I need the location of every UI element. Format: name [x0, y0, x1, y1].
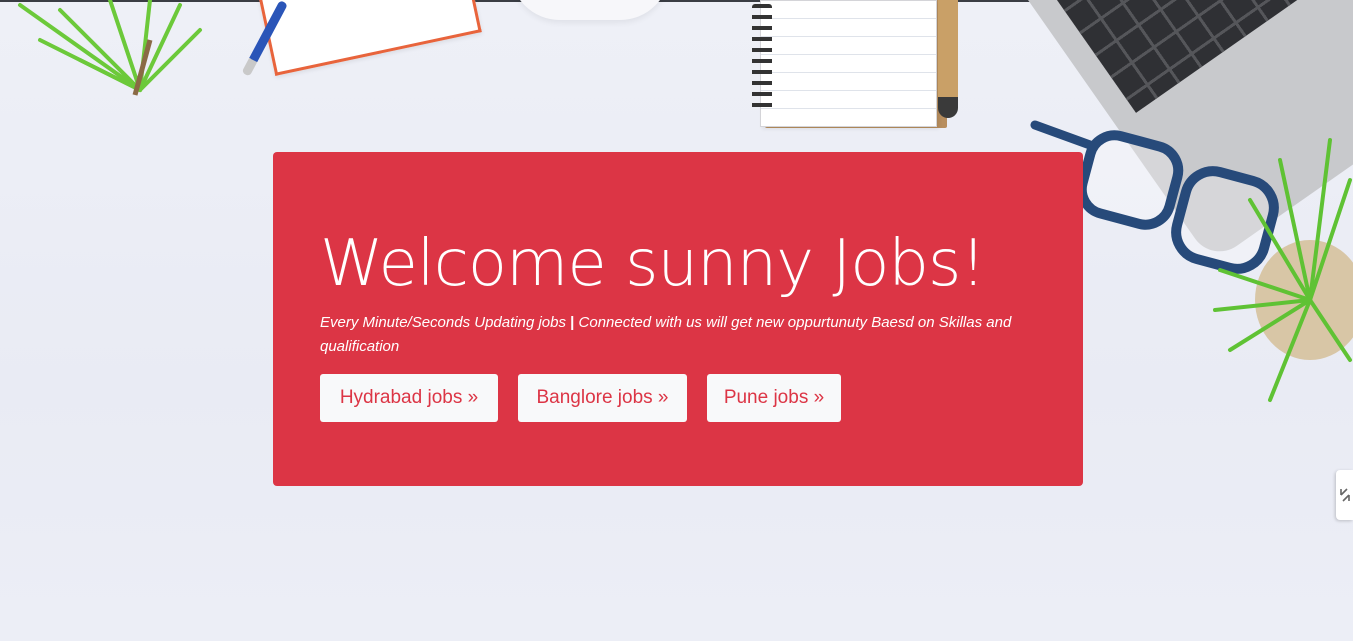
subtitle-part-1: Every Minute/Seconds Updating jobs	[320, 314, 566, 331]
banglore-jobs-button[interactable]: Banglore jobs »	[518, 374, 687, 422]
coffee-cup-decoration	[510, 0, 670, 20]
hero-subtitle: Every Minute/Seconds Updating jobs | Con…	[320, 311, 1050, 359]
side-widget-tab[interactable]	[1336, 470, 1353, 520]
notepad-spiral-decoration	[752, 4, 772, 114]
hero-title: Welcome sunny Jobs!	[320, 227, 986, 301]
notebook-decoration	[255, 0, 482, 76]
pencil-decoration	[938, 0, 958, 118]
plant-left-decoration	[18, 0, 202, 96]
collapse-arrows-icon	[1339, 488, 1350, 502]
pune-jobs-button[interactable]: Pune jobs »	[707, 374, 841, 422]
hero-jumbotron: Welcome sunny Jobs! Every Minute/Seconds…	[273, 152, 1083, 486]
hydrabad-jobs-button[interactable]: Hydrabad jobs »	[320, 374, 498, 422]
notepad-decoration	[760, 0, 937, 127]
subtitle-separator: |	[570, 314, 575, 331]
plant-right-decoration	[1213, 138, 1353, 402]
